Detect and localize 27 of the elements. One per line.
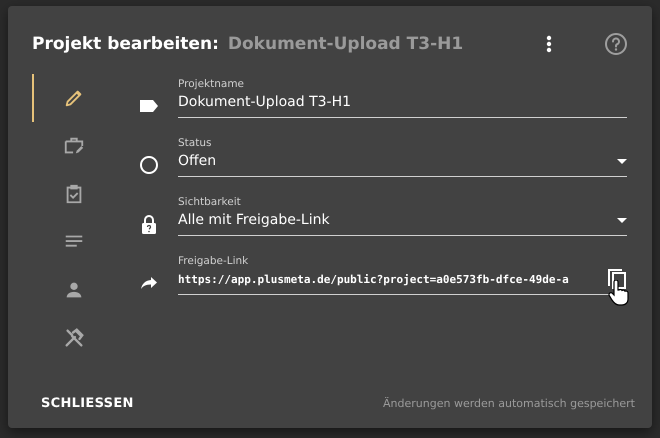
field-value: Offen <box>178 153 216 169</box>
field-label: Projektname <box>178 78 246 90</box>
dropdown-caret-icon <box>617 158 627 164</box>
field-label: Status <box>178 137 212 149</box>
field-value: https://app.plusmeta.de/public?project=a0e573fb-dfce-49de-a <box>178 272 569 286</box>
field-label: Sichtbarkeit <box>178 196 242 208</box>
dropdown-caret-icon <box>617 218 627 222</box>
input-field[interactable]: Projektname Dokument-Upload T3-H1 <box>178 78 627 118</box>
copy-icon[interactable] <box>607 268 627 290</box>
project-name-title: Dokument-Upload T3-H1 <box>228 34 464 54</box>
label-tag-icon <box>139 99 159 113</box>
select-field[interactable]: Sichtbarkeit Alle mit Freigabe-Link <box>178 196 627 236</box>
select-field[interactable]: Status Offen <box>178 137 627 177</box>
field-label: Freigabe-Link <box>178 255 250 267</box>
dialog-title: Projekt bearbeiten: <box>32 34 219 54</box>
field-value: Alle mit Freigabe-Link <box>178 212 330 228</box>
lock-icon <box>141 214 157 234</box>
close-button[interactable]: SCHLIESSEN <box>40 392 135 414</box>
tools-icon <box>63 327 85 349</box>
hand-cursor-icon <box>607 280 629 306</box>
circle-icon <box>139 155 159 175</box>
help-icon[interactable] <box>604 32 628 56</box>
autosave-note: Änderungen werden automatisch gespeichert <box>383 396 635 410</box>
field-value: Dokument-Upload T3-H1 <box>178 94 352 110</box>
share-arrow-icon <box>140 276 158 290</box>
more-options-icon[interactable] <box>546 35 552 53</box>
input-field[interactable]: Freigabe-Link https://app.plusmeta.de/public?project=a0e573fb-dfce-49de-a <box>178 255 627 295</box>
